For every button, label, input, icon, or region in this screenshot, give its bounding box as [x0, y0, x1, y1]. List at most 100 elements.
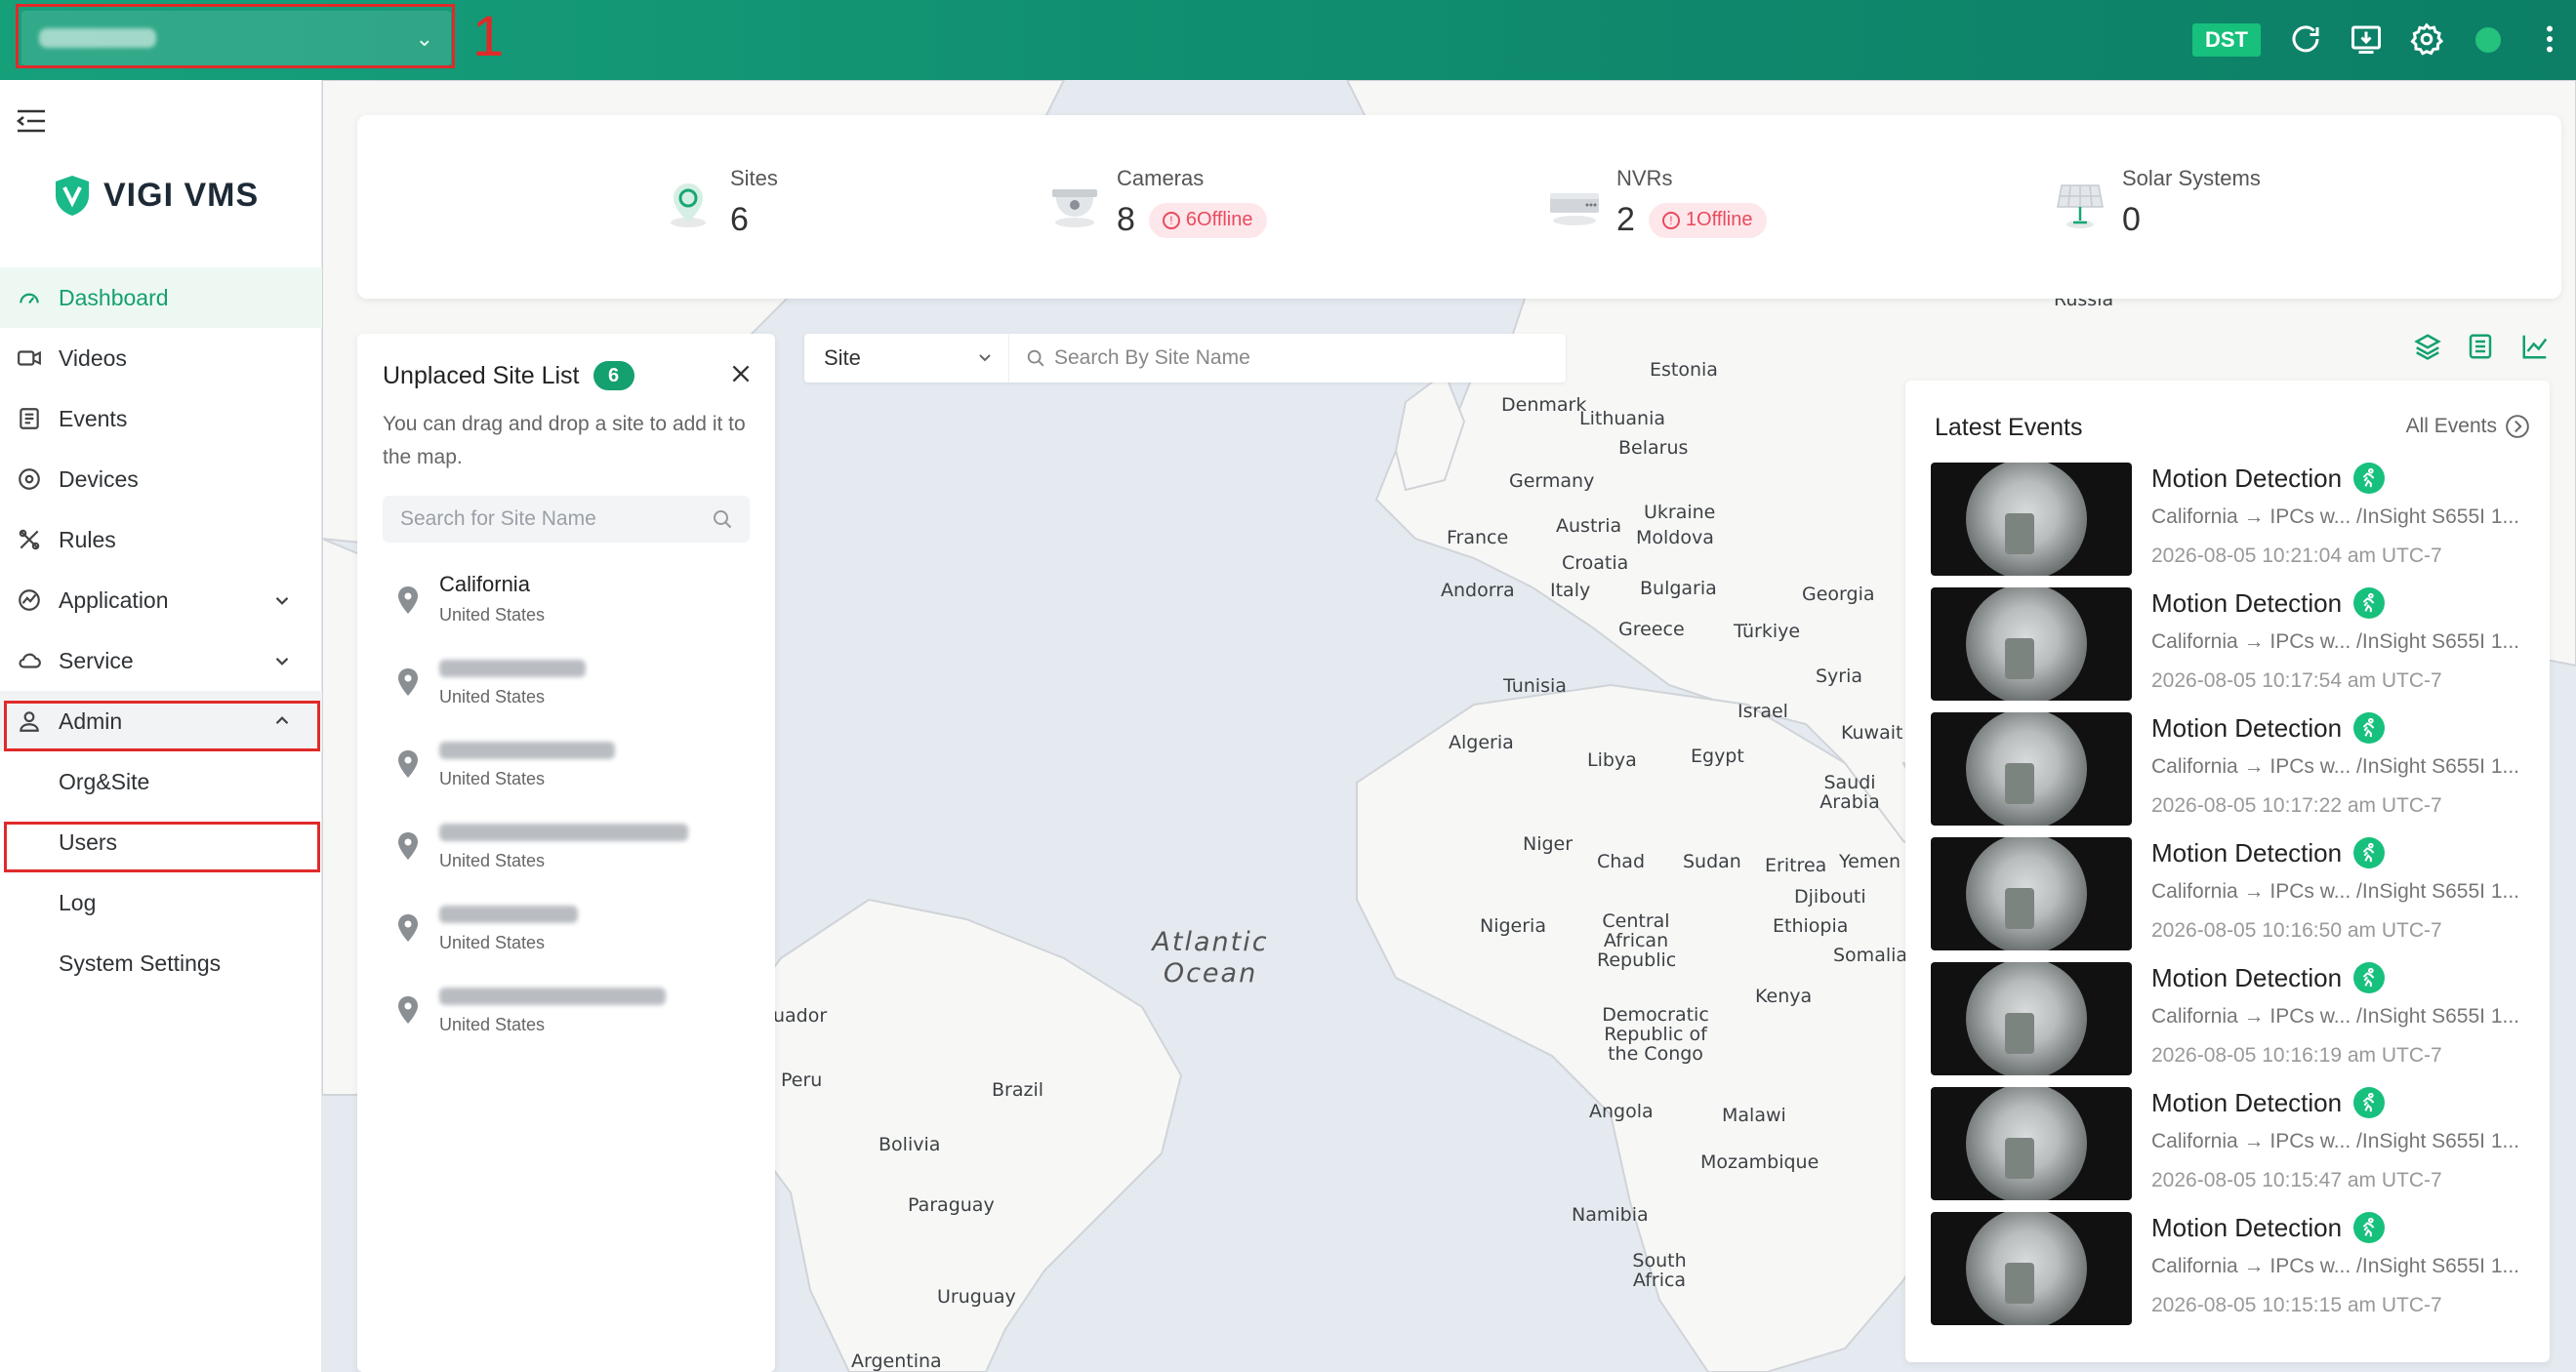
nvrs-offline-badge[interactable]: ! 1Offline: [1648, 202, 1767, 238]
site-list-item[interactable]: United States: [396, 736, 748, 804]
site-search-placeholder: Search for Site Name: [400, 507, 596, 530]
site-list-item[interactable]: United States: [396, 818, 748, 886]
layers-icon[interactable]: [2413, 332, 2446, 365]
sidebar-subitem-org-site[interactable]: Org&Site: [0, 751, 322, 812]
more-vertical-icon[interactable]: [2532, 21, 2553, 57]
chevron-down-icon: [275, 597, 289, 605]
site-list-item[interactable]: United States: [396, 982, 748, 1050]
map-label-chad: Chad: [1597, 851, 1646, 872]
event-item[interactable]: Motion Detection California → IPCs w... …: [1931, 463, 2536, 578]
map-label-france: France: [1447, 527, 1509, 548]
stat-solar-label: Solar Systems: [2122, 166, 2261, 190]
solar-panel-icon: [2057, 184, 2104, 228]
cameras-offline-text: 6Offline: [1185, 209, 1253, 230]
chart-icon[interactable]: [2520, 332, 2554, 365]
settings-gear-icon[interactable]: [2409, 21, 2444, 57]
event-item[interactable]: Motion Detection California → IPCs w... …: [1931, 837, 2536, 952]
map-label-namibia: Namibia: [1572, 1204, 1649, 1226]
map-label-georgia: Georgia: [1802, 584, 1875, 605]
event-path: California → IPCs w... /InSight S655I 1.…: [2151, 755, 2520, 778]
event-thumbnail[interactable]: [1931, 1212, 2132, 1325]
user-avatar[interactable]: [2475, 27, 2501, 53]
site-name-redacted: [439, 660, 586, 677]
motion-running-icon: [2353, 587, 2386, 619]
fisheye-snapshot: [1966, 1212, 2087, 1325]
event-item[interactable]: Motion Detection California → IPCs w... …: [1931, 587, 2536, 703]
search-type-select[interactable]: Site: [804, 334, 1009, 383]
event-path: California → IPCs w... /InSight S655I 1.…: [2151, 1255, 2520, 1277]
event-item[interactable]: Motion Detection California → IPCs w... …: [1931, 962, 2536, 1077]
map-label-moldova: Moldova: [1636, 527, 1714, 548]
site-search-input[interactable]: Search for Site Name: [383, 496, 750, 543]
all-events-label: All Events: [2405, 415, 2497, 437]
map-label-uruguay: Uruguay: [937, 1286, 1016, 1308]
cameras-offline-badge[interactable]: ! 6Offline: [1148, 202, 1267, 238]
stat-cameras[interactable]: Cameras 8 ! 6Offline: [1046, 166, 1267, 239]
site-country: United States: [439, 605, 546, 625]
arrow-circle-right-icon: [2506, 415, 2529, 438]
sidebar-item-service[interactable]: Service: [0, 630, 322, 691]
camera-dome-icon: [1052, 189, 1097, 227]
dst-badge[interactable]: DST: [2192, 23, 2261, 57]
event-thumbnail[interactable]: [1931, 587, 2132, 701]
close-icon[interactable]: [728, 361, 754, 386]
download-icon[interactable]: [2349, 21, 2384, 57]
event-item[interactable]: Motion Detection California → IPCs w... …: [1931, 1087, 2536, 1202]
map-label-lithuania: Lithuania: [1579, 408, 1666, 429]
latest-events-panel: Latest Events All Events Motion Detectio…: [1905, 381, 2550, 1362]
collapse-menu-icon[interactable]: [16, 107, 47, 135]
event-time: 2026-08-05 10:15:15 am UTC-7: [2151, 1294, 2442, 1316]
search-icon: [714, 510, 732, 529]
latest-events-title: Latest Events: [1935, 414, 2083, 441]
dashboard-icon: [16, 284, 43, 311]
map-search-placeholder: Search By Site Name: [1054, 346, 1250, 369]
event-thumbnail[interactable]: [1931, 712, 2132, 826]
events-icon: [16, 405, 43, 432]
map-label-ukraine: Ukraine: [1644, 502, 1716, 523]
search-icon: [1027, 349, 1044, 367]
annotation-box-2: [4, 701, 320, 751]
site-country: United States: [439, 933, 546, 952]
site-list-item[interactable]: California United States: [396, 572, 748, 640]
sidebar-subitem-system-settings[interactable]: System Settings: [0, 933, 322, 993]
site-list-item[interactable]: United States: [396, 654, 748, 722]
stat-nvrs[interactable]: NVRs 2 ! 1Offline: [1546, 166, 1767, 239]
sidebar-item-events[interactable]: Events: [0, 388, 322, 449]
sidebar-item-dashboard[interactable]: Dashboard: [0, 267, 322, 328]
event-item[interactable]: Motion Detection California → IPCs w... …: [1931, 1212, 2536, 1327]
site-name-redacted: [439, 988, 666, 1005]
list-icon[interactable]: [2466, 332, 2499, 365]
map-label-paraguay: Paraguay: [908, 1194, 995, 1216]
event-path: California → IPCs w... /InSight S655I 1.…: [2151, 505, 2520, 528]
event-thumbnail[interactable]: [1931, 1087, 2132, 1200]
stat-cameras-value: 8: [1117, 201, 1135, 238]
event-path: California → IPCs w... /InSight S655I 1.…: [2151, 880, 2520, 903]
map-search-input[interactable]: Search By Site Name: [1009, 346, 1250, 370]
map-label-egypt: Egypt: [1691, 746, 1744, 767]
chevron-down-icon: [979, 354, 991, 362]
stat-cameras-label: Cameras: [1117, 166, 1205, 190]
sidebar-item-rules[interactable]: Rules: [0, 509, 322, 570]
stat-sites[interactable]: Sites 6: [660, 166, 778, 239]
refresh-icon[interactable]: [2288, 21, 2323, 57]
fisheye-snapshot: [1966, 962, 2087, 1075]
sidebar-item-devices[interactable]: Devices: [0, 449, 322, 509]
map-label-angola: Angola: [1589, 1101, 1654, 1122]
all-events-link[interactable]: All Events: [2406, 414, 2530, 439]
sidebar-item-label: Videos: [59, 344, 127, 371]
location-pin-icon: [398, 914, 418, 942]
stat-solar-systems[interactable]: Solar Systems 0: [2052, 166, 2261, 239]
map-label-algeria: Algeria: [1449, 732, 1514, 753]
site-panel-title: Unplaced Site List 6: [383, 361, 634, 390]
event-thumbnail[interactable]: [1931, 962, 2132, 1075]
site-name-redacted: [439, 824, 688, 841]
sidebar-subitem-log[interactable]: Log: [0, 872, 322, 933]
event-item[interactable]: Motion Detection California → IPCs w... …: [1931, 712, 2536, 827]
site-list-item[interactable]: United States: [396, 900, 748, 968]
map-label-argentina: Argentina: [851, 1351, 942, 1372]
event-thumbnail[interactable]: [1931, 837, 2132, 950]
sidebar-item-application[interactable]: Application: [0, 570, 322, 630]
map-label-germany: Germany: [1509, 470, 1595, 492]
sidebar-item-videos[interactable]: Videos: [0, 328, 322, 388]
event-thumbnail[interactable]: [1931, 463, 2132, 576]
